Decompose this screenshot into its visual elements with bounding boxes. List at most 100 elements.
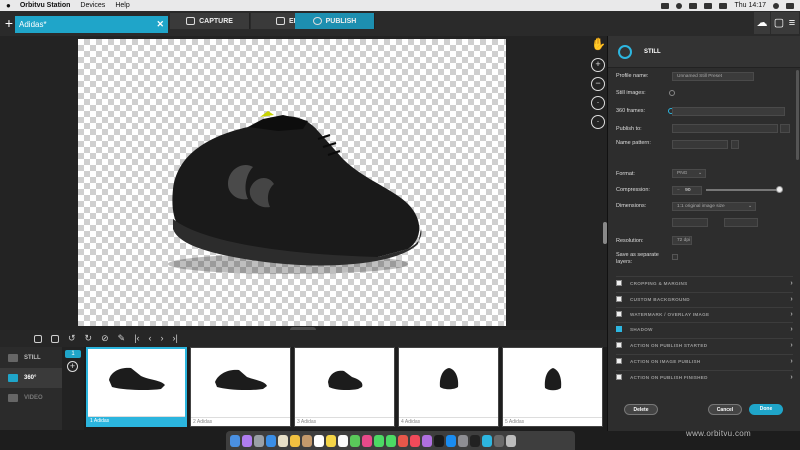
last-frame-icon[interactable]: ›| [173, 334, 178, 343]
notes-icon[interactable] [290, 434, 300, 447]
edit-frame-icon[interactable]: ✎ [118, 334, 126, 343]
menu-item-help[interactable]: Help [115, 2, 129, 9]
dropbox-icon[interactable] [661, 2, 670, 9]
new-document-button[interactable]: + [3, 15, 15, 31]
name-pattern-field[interactable] [672, 140, 728, 149]
thumbnail-1[interactable]: 1 Adidas [86, 347, 187, 427]
thumbnail-3[interactable]: 3 Adidas [294, 347, 395, 427]
orbitvu-station-icon[interactable] [482, 434, 492, 447]
next-frame-icon[interactable]: › [161, 334, 164, 343]
section-cropping-margins[interactable]: CROPPING & MARGINS › [616, 276, 793, 289]
messages-icon[interactable] [374, 434, 384, 447]
tv-icon[interactable] [434, 434, 444, 447]
battery-icon[interactable] [719, 2, 728, 9]
facetime-icon[interactable] [386, 434, 396, 447]
profile-name-field[interactable]: Unnamed Still Preset [672, 72, 754, 81]
compression-slider-knob[interactable] [776, 186, 783, 193]
zoom-out-icon[interactable]: − [591, 77, 605, 91]
maps-icon[interactable] [350, 434, 360, 447]
hamburger-menu-icon[interactable]: ≡ [785, 12, 799, 34]
section-checkbox[interactable] [616, 358, 622, 364]
mode-360[interactable]: 360° [0, 368, 62, 388]
done-button[interactable]: Done [749, 404, 783, 415]
clock[interactable]: Thu 14:17 [734, 2, 766, 9]
zoom-actual-icon[interactable]: · [591, 115, 605, 129]
zoom-fit-icon[interactable]: · [591, 96, 605, 110]
frame-icon[interactable] [51, 334, 59, 343]
format-select[interactable]: PNG ⌄ [672, 169, 706, 178]
timemachine-icon[interactable] [676, 2, 683, 9]
transparent-canvas[interactable] [78, 39, 506, 326]
menu-item-devices[interactable]: Devices [80, 2, 105, 9]
frame-number-badge[interactable]: 1 [65, 350, 81, 358]
calendar-icon[interactable] [314, 434, 324, 447]
thumbnail-5[interactable]: 5 Adidas [502, 347, 603, 427]
zoom-in-icon[interactable]: + [591, 58, 605, 72]
width-field[interactable] [672, 218, 708, 227]
section-action-publish-started[interactable]: ACTION ON PUBLISH STARTED › [616, 338, 793, 351]
section-checkbox[interactable] [616, 296, 622, 302]
news-icon[interactable] [398, 434, 408, 447]
podcasts-icon[interactable] [422, 434, 432, 447]
section-action-image-publish[interactable]: ACTION ON IMAGE PUBLISH › [616, 354, 793, 367]
volume-icon[interactable] [704, 2, 713, 9]
tab-capture[interactable]: CAPTURE [170, 13, 250, 29]
section-shadow[interactable]: SHADOW › [616, 322, 793, 335]
compression-slider-track[interactable] [706, 189, 782, 191]
search-icon[interactable] [773, 2, 779, 9]
hand-tool-icon[interactable]: ✋ [591, 38, 606, 53]
section-checkbox[interactable] [616, 342, 622, 348]
mode-still[interactable]: STILL [0, 348, 62, 368]
compression-field[interactable]: − 90 [672, 186, 702, 195]
app-store-icon[interactable] [446, 434, 456, 447]
section-checkbox[interactable] [616, 280, 622, 286]
canvas-area[interactable] [0, 36, 607, 330]
close-icon[interactable]: ✕ [156, 16, 164, 33]
cloud-icon[interactable]: ☁ [754, 12, 770, 34]
rotate-left-icon[interactable]: ↺ [68, 334, 76, 343]
finder-icon[interactable] [230, 434, 240, 447]
section-checkbox[interactable] [616, 311, 622, 317]
section-checkbox[interactable] [616, 374, 622, 380]
music-icon[interactable] [410, 434, 420, 447]
delete-button[interactable]: Delete [624, 404, 658, 415]
photos-icon[interactable] [362, 434, 372, 447]
cancel-button[interactable]: Cancel [708, 404, 742, 415]
stickies-icon[interactable] [326, 434, 336, 447]
section-watermark[interactable]: WATERMARK / OVERLAY IMAGE › [616, 307, 793, 320]
menu-app-name[interactable]: Orbitvu Station [20, 2, 71, 9]
safari-icon[interactable] [266, 434, 276, 447]
decrement-icon[interactable]: − [677, 188, 680, 193]
reminders-icon[interactable] [338, 434, 348, 447]
launchpad-icon[interactable] [254, 434, 264, 447]
name-pattern-button[interactable] [731, 140, 739, 149]
delete-frame-icon[interactable]: ⊘ [101, 334, 109, 343]
downloads-stack-icon[interactable] [494, 434, 504, 447]
thumbnail-2[interactable]: 2 Adidas [190, 347, 291, 427]
publish-to-field[interactable] [672, 124, 778, 133]
mode-video[interactable]: VIDEO [0, 388, 62, 408]
first-frame-icon[interactable]: |‹ [134, 334, 139, 343]
section-action-publish-finished[interactable]: ACTION ON PUBLISH FINISHED › [616, 370, 793, 383]
add-frame-icon[interactable]: + [67, 361, 78, 372]
wifi-icon[interactable] [689, 2, 698, 9]
still-images-radio[interactable] [669, 90, 675, 96]
siri-icon[interactable] [242, 434, 252, 447]
tab-publish[interactable]: PUBLISH [295, 13, 375, 29]
section-checkbox[interactable] [616, 326, 622, 332]
prev-frame-icon[interactable]: ‹ [149, 334, 152, 343]
height-field[interactable] [724, 218, 758, 227]
apple-icon[interactable]: ● [6, 1, 11, 10]
document-tab[interactable]: Adidas* ✕ [15, 16, 168, 33]
system-preferences-icon[interactable] [458, 434, 468, 447]
thumbnail-4[interactable]: 4 Adidas [398, 347, 499, 427]
frames-360-field[interactable] [672, 107, 785, 116]
resolution-field[interactable]: 72 dpi [672, 236, 692, 245]
menu-list-icon[interactable] [786, 2, 794, 9]
dimensions-select[interactable]: 1:1 original image size ⌄ [672, 202, 756, 211]
panel-scrollbar[interactable] [796, 70, 799, 160]
contacts-icon[interactable] [302, 434, 312, 447]
trash-icon[interactable] [506, 434, 516, 447]
mail-icon[interactable] [278, 434, 288, 447]
terminal-icon[interactable] [470, 434, 480, 447]
